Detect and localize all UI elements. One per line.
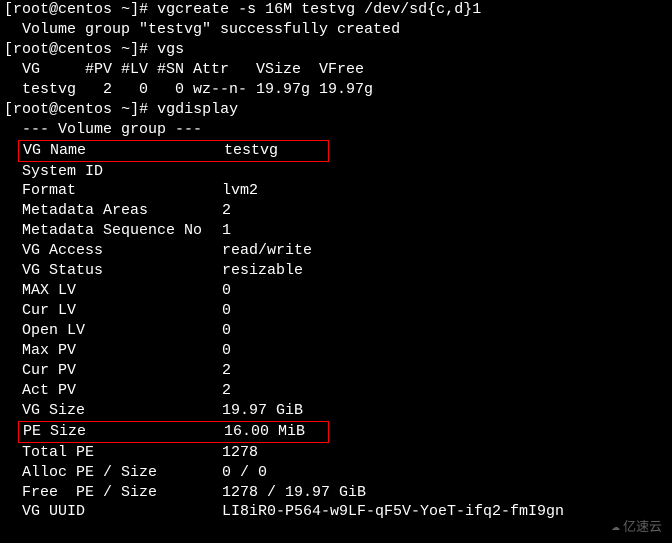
- row-vg-size: VG Size19.97 GiB: [4, 401, 668, 421]
- vgs-header: VG #PV #LV #SN Attr VSize VFree: [4, 60, 668, 80]
- watermark: ☁ 亿速云: [612, 518, 662, 537]
- cmd-vgdisplay: vgdisplay: [157, 101, 238, 118]
- row-vg-access: VG Accessread/write: [4, 241, 668, 261]
- pe-size-label: PE Size: [19, 422, 224, 442]
- prompt-close: ]: [130, 1, 139, 18]
- row-open-lv: Open LV0: [4, 321, 668, 341]
- row-format: Formatlvm2: [4, 181, 668, 201]
- prompt-open: [: [4, 1, 13, 18]
- cloud-icon: ☁: [612, 518, 620, 537]
- vgdisplay-header: --- Volume group ---: [4, 120, 668, 140]
- prompt-at: @: [49, 1, 58, 18]
- row-cur-pv: Cur PV2: [4, 361, 668, 381]
- cmd-vgcreate: vgcreate -s 16M testvg /dev/sd{c,d}1: [157, 1, 481, 18]
- row-max-pv: Max PV0: [4, 341, 668, 361]
- row-vg-status: VG Statusresizable: [4, 261, 668, 281]
- watermark-text: 亿速云: [623, 519, 662, 536]
- row-free-pe: Free PE / Size1278 / 19.97 GiB: [4, 483, 668, 503]
- vg-name-value: testvg: [224, 141, 324, 161]
- highlight-pe-size: PE Size 16.00 MiB: [18, 421, 329, 443]
- prompt-host: centos: [58, 1, 112, 18]
- row-metadata-areas: Metadata Areas2: [4, 201, 668, 221]
- cmd-vgs: vgs: [157, 41, 184, 58]
- prompt-line-vgcreate: [root@centos ~]# vgcreate -s 16M testvg …: [4, 0, 668, 20]
- vg-name-label: VG Name: [19, 141, 224, 161]
- prompt-line-vgs: [root@centos ~]# vgs: [4, 40, 668, 60]
- prompt-path: ~: [121, 1, 130, 18]
- output-vgcreate: Volume group "testvg" successfully creat…: [4, 20, 668, 40]
- prompt-symbol: #: [139, 1, 148, 18]
- row-vg-uuid: VG UUIDLI8iR0-P564-w9LF-qF5V-YoeT-ifq2-f…: [4, 502, 668, 522]
- row-metadata-seq: Metadata Sequence No1: [4, 221, 668, 241]
- row-total-pe: Total PE1278: [4, 443, 668, 463]
- vgs-row: testvg 2 0 0 wz--n- 19.97g 19.97g: [4, 80, 668, 100]
- row-alloc-pe: Alloc PE / Size0 / 0: [4, 463, 668, 483]
- highlight-vg-name: VG Name testvg: [18, 140, 329, 162]
- row-system-id: System ID: [4, 162, 668, 182]
- pe-size-value: 16.00 MiB: [224, 422, 324, 442]
- row-act-pv: Act PV2: [4, 381, 668, 401]
- row-cur-lv: Cur LV0: [4, 301, 668, 321]
- prompt-user: root: [13, 1, 49, 18]
- prompt-line-vgdisplay: [root@centos ~]# vgdisplay: [4, 100, 668, 120]
- row-max-lv: MAX LV0: [4, 281, 668, 301]
